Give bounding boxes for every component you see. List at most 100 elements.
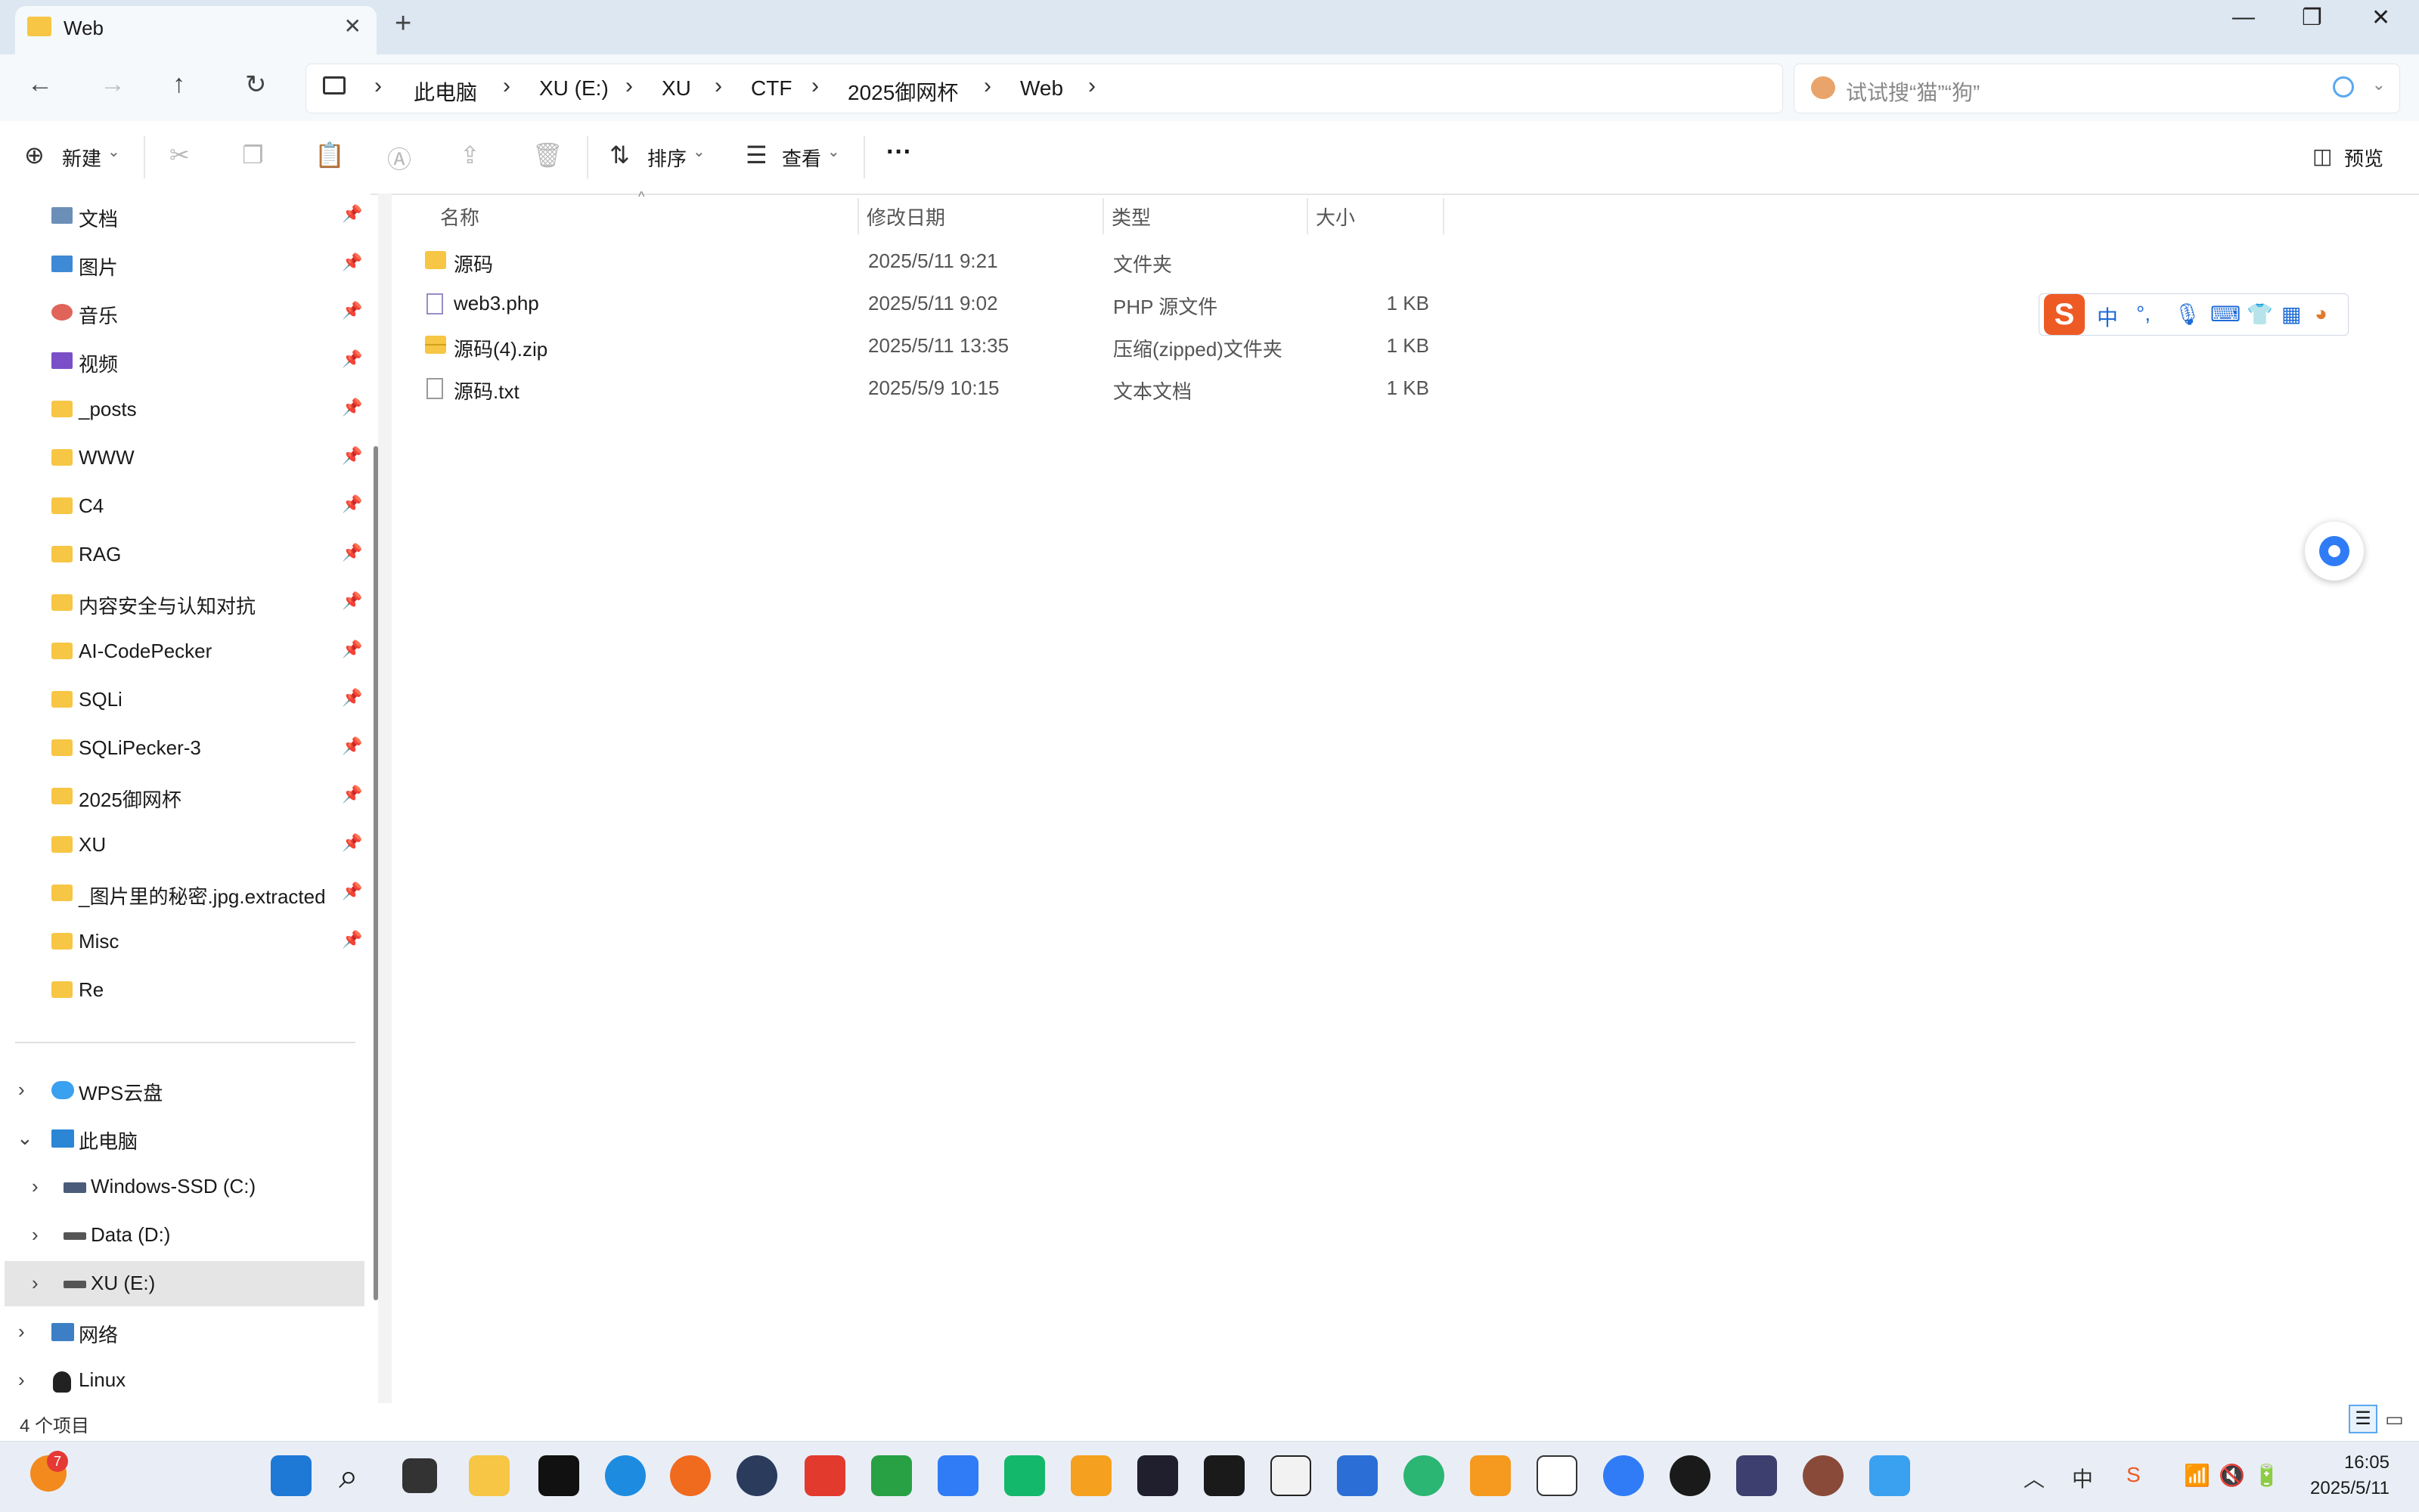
- typora-icon[interactable]: [1537, 1455, 1577, 1496]
- sidebar-item-content-security[interactable]: 内容安全与认知对抗 📌: [0, 581, 362, 626]
- breadcrumb-2025[interactable]: 2025御网杯: [848, 76, 958, 107]
- app-k-icon[interactable]: [538, 1455, 579, 1496]
- sidebar-item-rag[interactable]: RAG 📌: [0, 532, 362, 578]
- spreadsheet-icon[interactable]: [871, 1455, 912, 1496]
- column-header-type[interactable]: 类型: [1112, 203, 1151, 231]
- vmware-icon[interactable]: [1470, 1455, 1511, 1496]
- chevron-right-icon[interactable]: ›: [18, 1078, 25, 1101]
- pin-icon[interactable]: 📌: [342, 930, 362, 950]
- start-icon[interactable]: [271, 1455, 312, 1496]
- pin-icon[interactable]: 📌: [342, 253, 362, 272]
- app-chat-icon[interactable]: [1603, 1455, 1644, 1496]
- tree-item-linux[interactable]: › Linux: [0, 1358, 355, 1403]
- chevron-down-icon[interactable]: ⌄: [2372, 75, 2386, 94]
- mascot-icon[interactable]: ◕: [2315, 302, 2328, 326]
- notepad-icon[interactable]: [1869, 1455, 1910, 1496]
- sidebar-item-sqli[interactable]: SQLi 📌: [0, 677, 362, 723]
- sidebar-item-ai-codepecker[interactable]: AI-CodePecker 📌: [0, 629, 362, 674]
- chevron-right-icon[interactable]: ›: [32, 1175, 39, 1198]
- chevron-right-icon[interactable]: ›: [1088, 73, 1096, 99]
- file-explorer-icon[interactable]: [469, 1455, 510, 1496]
- paste-icon[interactable]: 📋: [315, 141, 345, 169]
- edge-icon[interactable]: [605, 1455, 646, 1496]
- chevron-down-icon[interactable]: ⌄: [17, 1126, 33, 1150]
- volume-muted-icon[interactable]: 🔇: [2219, 1463, 2245, 1488]
- pin-icon[interactable]: 📌: [342, 688, 362, 708]
- breadcrumb-web[interactable]: Web: [1020, 76, 1063, 101]
- column-header-date[interactable]: 修改日期: [867, 203, 945, 231]
- tree-item-network[interactable]: › 网络: [0, 1309, 355, 1355]
- chevron-right-icon[interactable]: ›: [18, 1368, 25, 1392]
- microphone-icon[interactable]: 🎙: [2174, 302, 2201, 327]
- breadcrumb-this-pc[interactable]: 此电脑: [414, 76, 477, 107]
- share-icon[interactable]: ⇪: [460, 141, 480, 169]
- sidebar-item-videos[interactable]: 视频 📌: [0, 339, 362, 384]
- minimize-button[interactable]: —: [2232, 5, 2255, 30]
- close-window-button[interactable]: ✕: [2371, 5, 2390, 31]
- breadcrumb-ctf[interactable]: CTF: [751, 76, 792, 101]
- tree-item-this-pc[interactable]: ⌄ 此电脑: [0, 1116, 355, 1161]
- clock-time[interactable]: 16:05: [2284, 1452, 2390, 1473]
- sogou-tray-icon[interactable]: S: [2126, 1463, 2141, 1487]
- pin-icon[interactable]: 📌: [342, 736, 362, 756]
- search-box[interactable]: 试试搜“猫”“狗” ⌄: [1794, 64, 2400, 113]
- sidebar-item-xu[interactable]: XU 📌: [0, 823, 362, 868]
- breadcrumb-drive-e[interactable]: XU (E:): [539, 76, 609, 101]
- tab-web[interactable]: Web ✕: [15, 6, 377, 54]
- sidebar-item-c4[interactable]: C4 📌: [0, 484, 362, 529]
- pin-icon[interactable]: 📌: [342, 543, 362, 562]
- tree-item-drive-d[interactable]: › Data (D:): [0, 1213, 355, 1258]
- breadcrumb-xu[interactable]: XU: [662, 76, 691, 101]
- battery-icon[interactable]: 🔋: [2253, 1463, 2280, 1488]
- view-button[interactable]: 查看: [782, 144, 821, 172]
- terminal-icon[interactable]: [1137, 1455, 1178, 1496]
- firefox-icon[interactable]: [670, 1455, 711, 1496]
- search-icon[interactable]: ⌕: [339, 1455, 358, 1498]
- app-avatar-icon[interactable]: [1803, 1455, 1844, 1496]
- up-button[interactable]: ↑: [172, 70, 185, 99]
- delete-icon[interactable]: 🗑: [532, 141, 563, 169]
- wps-icon[interactable]: [805, 1455, 845, 1496]
- pin-icon[interactable]: 📌: [342, 881, 362, 901]
- file-row[interactable]: 源码.txt 2025/5/9 10:15 文本文档 1 KB: [416, 367, 1444, 410]
- pin-icon[interactable]: 📌: [342, 591, 362, 611]
- punctuation-toggle[interactable]: °,: [2136, 302, 2151, 326]
- column-divider[interactable]: [1443, 198, 1444, 234]
- floating-assistant-button[interactable]: [2305, 522, 2364, 581]
- restore-button[interactable]: ❐: [2302, 5, 2322, 31]
- app-cube-icon[interactable]: [1204, 1455, 1245, 1496]
- pin-icon[interactable]: 📌: [342, 398, 362, 417]
- app-y-icon[interactable]: [1071, 1455, 1112, 1496]
- tab-close-button[interactable]: ✕: [344, 14, 361, 39]
- refresh-button[interactable]: ↻: [245, 70, 267, 100]
- address-bar[interactable]: › 此电脑 › XU (E:) › XU › CTF › 2025御网杯 › W…: [305, 64, 1783, 113]
- cloud-app-icon[interactable]: [938, 1455, 978, 1496]
- chevron-right-icon[interactable]: ›: [32, 1272, 39, 1295]
- burp-icon[interactable]: [1270, 1455, 1311, 1496]
- rename-icon[interactable]: Ⓐ: [387, 141, 411, 175]
- pane-splitter[interactable]: [378, 194, 392, 1403]
- forward-button[interactable]: →: [100, 70, 126, 99]
- pin-icon[interactable]: 📌: [342, 640, 362, 659]
- copy-icon[interactable]: ❐: [242, 141, 264, 169]
- skin-icon[interactable]: 👕: [2247, 302, 2273, 327]
- ime-indicator-icon[interactable]: 中: [2072, 1463, 2093, 1493]
- sidebar-item-music[interactable]: 音乐 📌: [0, 290, 362, 336]
- ai-search-icon[interactable]: [2333, 76, 2354, 98]
- pin-icon[interactable]: 📌: [342, 446, 362, 466]
- new-tab-button[interactable]: +: [395, 8, 411, 40]
- sidebar-item-extracted[interactable]: _图片里的秘密.jpg.extracted 📌: [0, 871, 362, 916]
- sidebar-item-re[interactable]: Re: [0, 968, 355, 1013]
- preview-button[interactable]: 预览: [2344, 144, 2383, 172]
- more-options-button[interactable]: ···: [886, 138, 912, 167]
- sort-button[interactable]: 排序: [647, 144, 687, 172]
- pin-icon[interactable]: 📌: [342, 349, 362, 369]
- pin-icon[interactable]: 📌: [342, 301, 362, 321]
- task-view-icon[interactable]: [402, 1458, 437, 1493]
- chevron-right-icon[interactable]: ›: [18, 1320, 25, 1343]
- mail-icon[interactable]: [1337, 1455, 1378, 1496]
- details-view-icon[interactable]: ☰: [2349, 1405, 2377, 1433]
- qq-icon[interactable]: [1670, 1455, 1710, 1496]
- tree-item-drive-e[interactable]: › XU (E:): [5, 1261, 364, 1306]
- pin-icon[interactable]: 📌: [342, 494, 362, 514]
